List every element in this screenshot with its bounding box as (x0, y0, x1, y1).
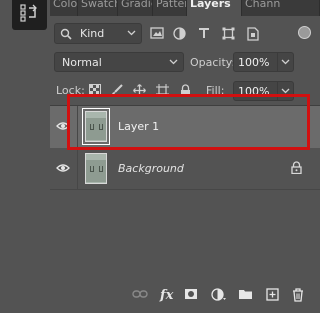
layer-row-background[interactable]: Background (50, 148, 320, 190)
visibility-toggle[interactable] (50, 148, 78, 190)
tools-strip (0, 0, 50, 313)
type-filter-icon[interactable] (198, 27, 210, 39)
tab-layers[interactable]: Layers (187, 0, 242, 16)
tab-patterns[interactable]: Patter (153, 0, 187, 16)
adjustment-layer-icon[interactable] (211, 288, 227, 302)
layers-bottom-bar: fx (50, 285, 320, 307)
blend-row: Normal Opacity: 100% (50, 52, 320, 74)
image-filter-icon[interactable] (150, 27, 164, 39)
panel-tabs: Color Swatch Gradie Patter Layers Chann (50, 0, 320, 16)
tab-gradients[interactable]: Gradie (118, 0, 153, 16)
highlight-annotation-box (67, 94, 310, 150)
blend-mode-select[interactable]: Normal (54, 52, 184, 72)
layers-panel: Color Swatch Gradie Patter Layers Chann … (50, 0, 320, 313)
chevron-down-icon (169, 59, 178, 65)
layer-mask-icon[interactable] (184, 288, 198, 300)
chevron-down-icon (281, 59, 290, 65)
layer-thumbnail[interactable] (85, 153, 107, 184)
fx-icon[interactable]: fx (160, 288, 173, 303)
tab-color[interactable]: Color (50, 0, 78, 16)
chevron-down-icon (127, 30, 136, 36)
opacity-input[interactable]: 100% (233, 52, 278, 72)
link-layers-icon[interactable] (132, 288, 148, 300)
kind-label: Kind (80, 27, 105, 40)
tab-swatches[interactable]: Swatch (78, 0, 118, 16)
thumbnail-detail (99, 166, 103, 172)
history-tool-button[interactable] (12, 0, 47, 30)
new-layer-icon[interactable] (266, 288, 279, 301)
lock-icon[interactable] (291, 161, 302, 174)
layer-filter-row: Kind (50, 23, 320, 45)
search-icon (60, 28, 72, 40)
trash-icon[interactable] (292, 288, 304, 302)
tab-channels[interactable]: Chann (242, 0, 320, 16)
eye-icon (56, 164, 70, 172)
thumbnail-detail (90, 166, 94, 172)
blend-mode-value: Normal (62, 56, 102, 69)
opacity-label: Opacity: (190, 56, 236, 69)
adjustment-filter-icon[interactable] (173, 27, 186, 40)
opacity-dropdown-button[interactable] (278, 52, 294, 72)
layer-name[interactable]: Background (118, 162, 184, 175)
new-group-icon[interactable] (238, 288, 253, 300)
history-icon (20, 4, 37, 22)
smart-object-filter-icon[interactable] (247, 27, 259, 41)
filter-toggle-switch[interactable] (298, 26, 311, 39)
kind-filter-select[interactable]: Kind (54, 23, 142, 44)
shape-filter-icon[interactable] (222, 27, 235, 40)
